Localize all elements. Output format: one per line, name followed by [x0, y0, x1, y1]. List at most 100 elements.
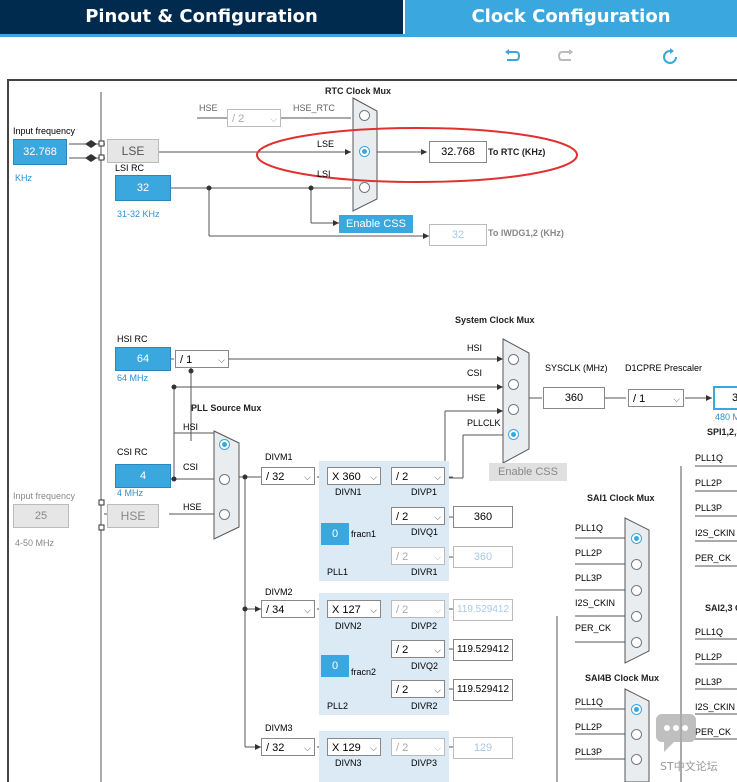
- divn3-label: DIVN3: [335, 758, 362, 768]
- sysclk-label: SYSCLK (MHz): [545, 363, 608, 373]
- enable-css-lse-button[interactable]: Enable CSS: [339, 215, 413, 233]
- sai23-input-pll1q: PLL1Q: [695, 627, 724, 637]
- rtc-clock-mux-title: RTC Clock Mux: [325, 86, 392, 96]
- divm3-label: DIVM3: [265, 723, 293, 733]
- sysmux-hsi-radio[interactable]: [508, 354, 519, 365]
- divq2-label: DIVQ2: [411, 661, 439, 671]
- sai23-input-pll3p: PLL3P: [695, 677, 723, 687]
- divr1-select[interactable]: / 2 ⌵: [391, 547, 445, 565]
- hsi-divider-select[interactable]: / 1 ⌵: [175, 350, 229, 368]
- divm3-select[interactable]: / 32 ⌵: [261, 738, 315, 756]
- pll2-r-value[interactable]: 119.529412: [453, 679, 513, 701]
- rtc-output-value[interactable]: 32.768: [429, 141, 487, 163]
- system-clock-mux-title: System Clock Mux: [455, 315, 535, 325]
- csi-rc-frequency: 4 MHz: [117, 488, 144, 498]
- sai4b-clock-mux-title: SAI4B Clock Mux: [585, 673, 660, 683]
- divp3-label: DIVP3: [411, 758, 438, 768]
- divn1-select[interactable]: X 360 ⌵: [327, 467, 381, 485]
- hse-rtc-label: HSE_RTC: [293, 103, 335, 113]
- lse-source-box: LSE: [107, 139, 159, 163]
- undo-icon[interactable]: [502, 48, 522, 66]
- pll2-label: PLL2: [327, 701, 349, 711]
- pll1-r-value[interactable]: 360: [453, 546, 513, 568]
- lse-unit-label: KHz: [15, 173, 33, 183]
- divp2-label: DIVP2: [411, 621, 438, 631]
- pllsrc-hse-radio[interactable]: [219, 509, 230, 520]
- sai1-clock-mux-title: SAI1 Clock Mux: [587, 493, 655, 503]
- divp3-select[interactable]: / 2 ⌵: [391, 738, 445, 756]
- spi-label: SPI1,2,3: [707, 427, 737, 437]
- pll1-q-value[interactable]: 360: [453, 506, 513, 528]
- pll2-p-value[interactable]: 119.529412: [453, 599, 513, 621]
- divm2-select[interactable]: / 34 ⌵: [261, 600, 315, 618]
- divp1-label: DIVP1: [411, 487, 438, 497]
- tab-pinout-configuration[interactable]: Pinout & Configuration: [0, 0, 403, 34]
- hsi-rc-frequency: 64 MHz: [117, 373, 149, 383]
- rtc-lsi-radio[interactable]: [359, 182, 370, 193]
- fracn2-value[interactable]: 0: [321, 655, 349, 677]
- pllsrc-hse-label: HSE: [183, 502, 202, 512]
- sai4b-radio-pll2p[interactable]: [631, 729, 642, 740]
- sai1-radio-pll3p[interactable]: [631, 585, 642, 596]
- divr1-label: DIVR1: [411, 567, 438, 577]
- sysmux-csi-radio[interactable]: [508, 379, 519, 390]
- divp1-select[interactable]: / 2 ⌵: [391, 467, 445, 485]
- divm1-select[interactable]: / 32 ⌵: [261, 467, 315, 485]
- pllsrc-csi-label: CSI: [183, 462, 199, 472]
- refresh-icon[interactable]: [660, 48, 680, 66]
- csi-rc-value[interactable]: 4: [115, 464, 171, 488]
- divq1-select[interactable]: / 2 ⌵: [391, 507, 445, 525]
- redo-icon[interactable]: [556, 48, 576, 66]
- divr2-select[interactable]: / 2 ⌵: [391, 680, 445, 698]
- cpu-clock-value[interactable]: 3: [713, 386, 737, 410]
- hse-rtc-divider-select[interactable]: / 2 ⌵: [227, 109, 281, 127]
- sysmux-hsi-label: HSI: [467, 343, 483, 353]
- divr2-label: DIVR2: [411, 701, 438, 711]
- sysmux-pllclk-radio[interactable]: [508, 429, 519, 440]
- rtc-lsi-label: LSI: [317, 169, 331, 179]
- rtc-lse-radio[interactable]: [359, 146, 370, 157]
- divn2-select[interactable]: X 127 ⌵: [327, 600, 381, 618]
- right-input-per-ck: PER_CK: [695, 553, 732, 563]
- sysclk-value[interactable]: 360: [543, 387, 605, 409]
- sai1-radio-per-ck[interactable]: [631, 637, 642, 648]
- sai1-radio-pll1q[interactable]: [631, 533, 642, 544]
- iwdg-output-value[interactable]: 32: [429, 224, 487, 246]
- d1cpre-prescaler-select[interactable]: / 1 ⌵: [628, 389, 684, 407]
- pllsrc-hsi-radio[interactable]: [219, 439, 230, 450]
- lse-input-frequency[interactable]: 32.768: [13, 139, 67, 165]
- tab-underline: [0, 34, 737, 37]
- sai4b-radio-pll3p[interactable]: [631, 754, 642, 765]
- lse-input-frequency-label: Input frequency: [13, 126, 76, 136]
- sysmux-hse-radio[interactable]: [508, 404, 519, 415]
- lsi-rc-range: 31-32 KHz: [117, 209, 160, 219]
- lsi-rc-value[interactable]: 32: [115, 175, 171, 201]
- pll-source-mux-title: PLL Source Mux: [191, 403, 262, 413]
- sai1-radio-pll2p[interactable]: [631, 559, 642, 570]
- cpu-clock-max-label: 480 M: [715, 412, 737, 422]
- tab-clock-configuration[interactable]: Clock Configuration: [405, 0, 737, 34]
- pllsrc-csi-radio[interactable]: [219, 474, 230, 485]
- fracn1-value[interactable]: 0: [321, 523, 349, 545]
- fracn1-label: fracn1: [351, 529, 377, 539]
- sai4b-radio-pll1q[interactable]: [631, 704, 642, 715]
- divq2-select[interactable]: / 2 ⌵: [391, 640, 445, 658]
- hsi-rc-value[interactable]: 64: [115, 347, 171, 371]
- rtc-hse-radio[interactable]: [359, 110, 370, 121]
- pll3-p-value[interactable]: 129: [453, 737, 513, 759]
- sai4b-input-pll3p: PLL3P: [575, 747, 603, 757]
- enable-css-hse-button[interactable]: Enable CSS: [489, 463, 567, 481]
- sysmux-csi-label: CSI: [467, 368, 483, 378]
- hse-input-frequency[interactable]: 25: [13, 504, 69, 528]
- sai1-radio-i2s-ckin[interactable]: [631, 611, 642, 622]
- d1cpre-prescaler-label: D1CPRE Prescaler: [625, 363, 703, 373]
- divp2-select[interactable]: / 2 ⌵: [391, 600, 445, 618]
- fracn2-label: fracn2: [351, 667, 377, 677]
- sai1-input-pll3p: PLL3P: [575, 573, 603, 583]
- to-iwdg-label: To IWDG1,2 (KHz): [488, 228, 564, 238]
- sysmux-hse-label: HSE: [467, 393, 486, 403]
- divn3-select[interactable]: X 129 ⌵: [327, 738, 381, 756]
- sysmux-pllclk-label: PLLCLK: [467, 418, 501, 428]
- pll2-q-value[interactable]: 119.529412: [453, 639, 513, 661]
- right-input-pll2p: PLL2P: [695, 478, 723, 488]
